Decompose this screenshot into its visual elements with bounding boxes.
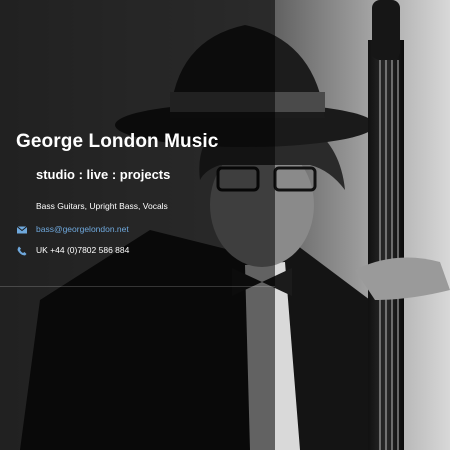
envelope-icon [16,223,28,235]
email-link[interactable]: bass@georgelondon.net [36,224,129,234]
hero-section: George London Music studio : live : proj… [0,0,450,450]
services-text: Bass Guitars, Upright Bass, Vocals [36,201,168,211]
phone-row: UK +44 (0)7802 586 884 [16,244,129,256]
phone-number: UK +44 (0)7802 586 884 [36,245,130,255]
phone-icon [16,244,28,256]
tagline: studio : live : projects [36,167,171,182]
email-row: bass@georgelondon.net [16,223,129,235]
divider-line [0,286,275,287]
site-title: George London Music [16,131,219,152]
